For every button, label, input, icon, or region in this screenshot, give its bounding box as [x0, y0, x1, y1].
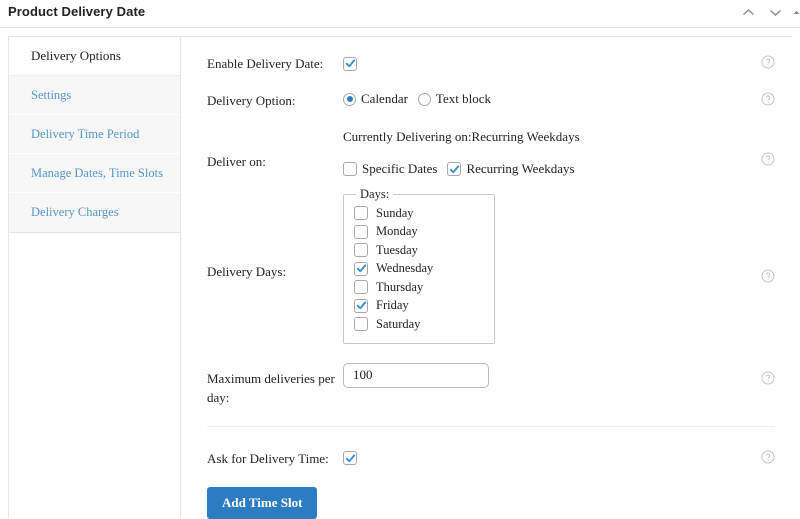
help-circle-icon[interactable] — [761, 269, 775, 283]
monday-checkbox[interactable] — [354, 224, 368, 239]
day-row-tuesday[interactable]: Tuesday — [354, 241, 484, 260]
chevron-down-icon[interactable] — [766, 4, 784, 20]
day-label: Saturday — [376, 316, 421, 331]
delivery-days-label: Delivery Days: — [207, 264, 287, 279]
specific-dates-checkbox[interactable] — [343, 162, 357, 176]
help-circle-icon[interactable] — [761, 371, 775, 385]
sidebar: Delivery Options Settings Delivery Time … — [9, 37, 181, 518]
help-circle-icon[interactable] — [761, 152, 775, 166]
settings-panel: Delivery Options Settings Delivery Time … — [8, 36, 792, 519]
sidebar-item-label: Settings — [31, 87, 72, 102]
day-label: Friday — [376, 298, 409, 313]
day-label: Tuesday — [376, 242, 418, 257]
window-header: Product Delivery Date — [0, 0, 800, 28]
window-controls — [739, 4, 800, 20]
sidebar-item-label: Delivery Charges — [31, 205, 119, 219]
add-time-slot-wrap: Add Time Slot — [181, 468, 792, 519]
help-circle-icon[interactable] — [761, 450, 775, 464]
wednesday-checkbox[interactable] — [354, 261, 368, 276]
day-row-monday[interactable]: Monday — [354, 223, 484, 242]
sunday-checkbox[interactable] — [354, 206, 368, 221]
day-row-friday[interactable]: Friday — [354, 297, 484, 316]
calendar-radio[interactable] — [343, 92, 356, 106]
triangle-icon[interactable] — [793, 4, 800, 20]
deliver-on-label: Deliver on: — [207, 154, 266, 169]
help-circle-icon[interactable] — [761, 92, 775, 106]
sidebar-item-settings[interactable]: Settings — [9, 76, 180, 115]
day-label: Wednesday — [376, 261, 434, 276]
enable-delivery-date-checkbox[interactable] — [343, 56, 357, 71]
specific-dates-label: Specific Dates — [362, 161, 438, 176]
delivery-days-field: Days: Sunday Monday Tuesday Wednesday Th… — [343, 187, 792, 344]
delivery-option-text-block[interactable]: Text block — [417, 91, 491, 107]
saturday-checkbox[interactable] — [354, 317, 368, 332]
help-circle-icon[interactable] — [761, 55, 775, 69]
delivery-option-calendar[interactable]: Calendar — [343, 91, 408, 107]
day-row-wednesday[interactable]: Wednesday — [354, 260, 484, 279]
day-row-saturday[interactable]: Saturday — [354, 315, 484, 334]
delivery-option-label: Delivery Option: — [207, 93, 296, 108]
row-delivery-days: Delivery Days: Days: Sunday Monday Tuesd… — [181, 177, 792, 344]
day-label: Sunday — [376, 205, 414, 220]
ask-delivery-time-field — [343, 449, 792, 467]
day-row-thursday[interactable]: Thursday — [354, 278, 484, 297]
deliver-on-checkbox-group: Specific Dates Recurring Weekdays — [343, 161, 792, 177]
thursday-checkbox[interactable] — [354, 280, 368, 295]
day-label: Thursday — [376, 279, 424, 294]
chevron-up-icon[interactable] — [739, 4, 757, 20]
sidebar-item-manage-dates-time-slots[interactable]: Manage Dates, Time Slots — [9, 154, 180, 193]
row-max-deliveries: Maximum deliveries per day: — [181, 344, 792, 407]
tuesday-checkbox[interactable] — [354, 243, 368, 258]
delivery-option-field: Calendar Text block — [343, 91, 792, 107]
recurring-weekdays-checkbox[interactable] — [447, 162, 462, 176]
sidebar-item-delivery-time-period[interactable]: Delivery Time Period — [9, 115, 180, 154]
deliver-on-recurring-weekdays[interactable]: Recurring Weekdays — [447, 161, 575, 177]
ask-delivery-time-label: Ask for Delivery Time: — [207, 450, 329, 466]
sidebar-nav: Settings Delivery Time Period Manage Dat… — [9, 75, 180, 233]
sidebar-item-delivery-charges[interactable]: Delivery Charges — [9, 193, 180, 232]
row-deliver-on: Deliver on: Currently Delivering on:Recu… — [181, 110, 792, 177]
day-row-sunday[interactable]: Sunday — [354, 204, 484, 223]
ask-delivery-time-checkbox[interactable] — [343, 451, 357, 465]
days-legend: Days: — [360, 187, 390, 201]
currently-delivering-status: Currently Delivering on:Recurring Weekda… — [343, 129, 580, 144]
row-ask-delivery-time: Ask for Delivery Time: — [181, 427, 792, 468]
recurring-weekdays-label: Recurring Weekdays — [466, 161, 575, 176]
enable-delivery-date-label: Enable Delivery Date: — [207, 56, 324, 71]
sidebar-item-label: Delivery Time Period — [31, 126, 140, 141]
deliver-on-specific-dates[interactable]: Specific Dates — [343, 161, 437, 177]
page-title: Product Delivery Date — [8, 4, 146, 19]
text-block-radio-label: Text block — [435, 91, 491, 106]
settings-content: Enable Delivery Date: Delivery Option: C… — [181, 37, 792, 519]
add-time-slot-button[interactable]: Add Time Slot — [207, 486, 318, 519]
sidebar-heading: Delivery Options — [31, 48, 121, 63]
max-deliveries-label: Maximum deliveries per day: — [207, 370, 335, 405]
row-delivery-option: Delivery Option: Calendar Text block — [181, 73, 792, 110]
max-deliveries-input[interactable] — [343, 362, 489, 388]
enable-delivery-date-field — [343, 54, 792, 72]
max-deliveries-field — [343, 362, 792, 388]
delivery-option-radio-group: Calendar Text block — [343, 91, 792, 107]
row-enable-delivery-date: Enable Delivery Date: — [181, 37, 792, 73]
text-block-radio[interactable] — [417, 92, 431, 106]
sidebar-item-label: Manage Dates, Time Slots — [31, 165, 163, 180]
days-fieldset: Days: Sunday Monday Tuesday Wednesday Th… — [343, 187, 495, 344]
friday-checkbox[interactable] — [354, 298, 368, 313]
deliver-on-field: Currently Delivering on:Recurring Weekda… — [343, 128, 792, 177]
calendar-radio-label: Calendar — [361, 91, 408, 106]
day-label: Monday — [376, 224, 418, 239]
